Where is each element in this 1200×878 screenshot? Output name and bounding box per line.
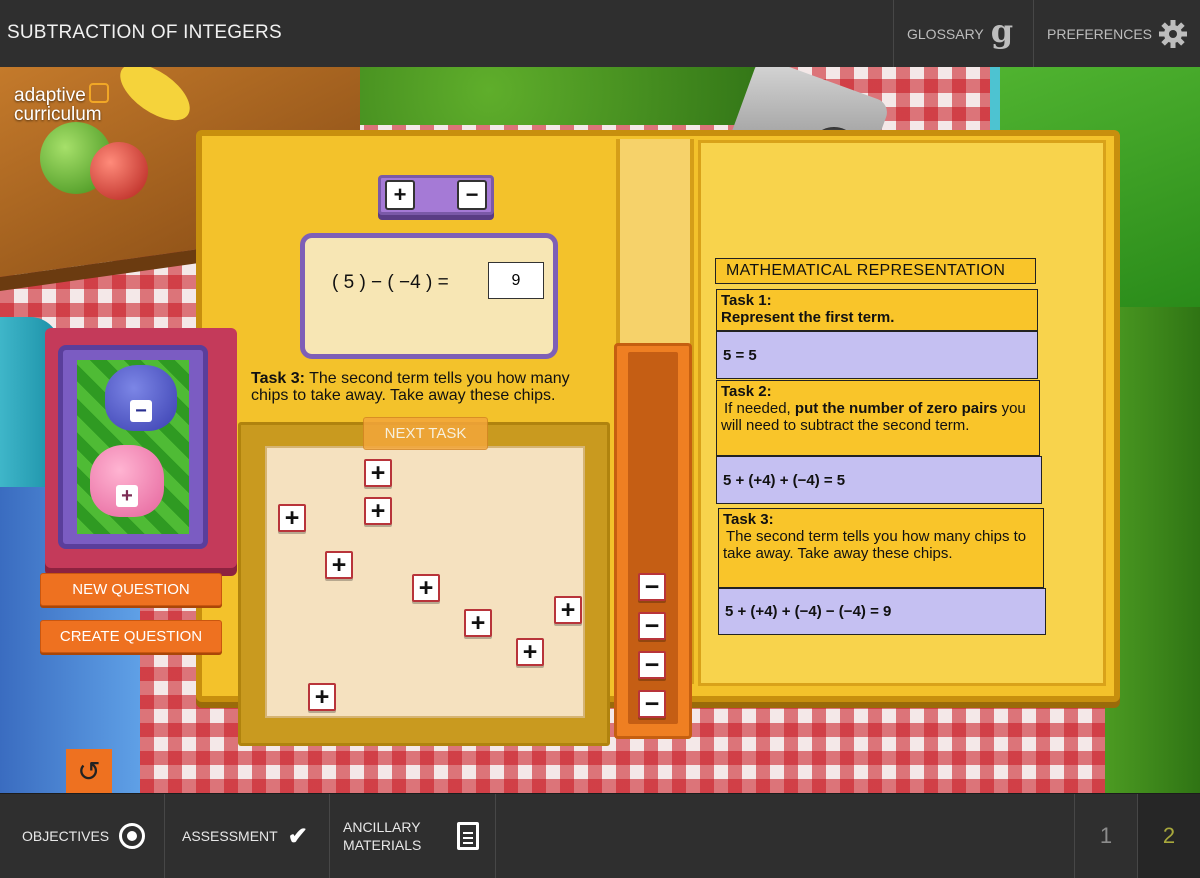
ancillary-label: ANCILLARY MATERIALS [343, 818, 421, 854]
page-1-button[interactable]: 1 [1074, 794, 1137, 878]
sign-toggle[interactable]: + − [378, 175, 494, 215]
task3-header: Task 3: The second term tells you how ma… [718, 508, 1044, 588]
task1-label: Task 1: [721, 292, 772, 309]
reset-icon[interactable]: ↺ [66, 749, 112, 794]
positive-chip[interactable]: + [364, 459, 392, 487]
preferences-button[interactable]: PREFERENCES [1033, 0, 1200, 67]
task1-header: Task 1: Represent the first term. [716, 289, 1038, 331]
task2-header: Task 2: If needed, put the number of zer… [716, 380, 1040, 456]
task2-label: Task 2: [721, 383, 772, 400]
task2-expression: 5 + (+4) + (−4) = 5 [716, 456, 1042, 504]
positive-chip[interactable]: + [464, 609, 492, 637]
task3-text: The second term tells you how many chips… [723, 528, 1027, 562]
glossary-button[interactable]: GLOSSARY g [893, 0, 1033, 67]
top-bar: SUBTRACTION OF INTEGERS GLOSSARY g PREFE… [0, 0, 1200, 68]
negative-chip[interactable]: − [638, 612, 666, 640]
preferences-label: PREFERENCES [1047, 25, 1153, 42]
negative-character-sign: − [130, 400, 152, 422]
positive-chip[interactable]: + [278, 504, 306, 532]
ancillary-label-line1: ANCILLARY [343, 819, 421, 835]
assessment-label: ASSESSMENT [182, 828, 278, 844]
checkmark-icon: ✔ [287, 822, 308, 850]
negative-chip[interactable]: − [638, 690, 666, 718]
adaptive-curriculum-logo: adaptive curriculum [14, 83, 109, 124]
plus-toggle-button[interactable]: + [385, 180, 415, 210]
task1-expression: 5 = 5 [716, 331, 1038, 379]
positive-chip[interactable]: + [554, 596, 582, 624]
next-task-button[interactable]: NEXT TASK [363, 417, 488, 450]
logo-line1: adaptive [14, 85, 86, 106]
glossary-label: GLOSSARY [907, 25, 984, 42]
equation-expression: ( 5 ) − ( −4 ) = [332, 272, 449, 293]
app-title: SUBTRACTION OF INTEGERS [7, 22, 282, 43]
logo-mark-icon [88, 83, 109, 103]
task2-text-bold: put the number of zero pairs [794, 400, 998, 417]
ancillary-label-line2: MATERIALS [343, 837, 422, 853]
page-2-button[interactable]: 2 [1137, 794, 1200, 878]
objectives-label: OBJECTIVES [22, 828, 110, 844]
logo-line2: curriculum [14, 104, 102, 125]
target-icon [119, 823, 146, 849]
positive-chip[interactable]: + [412, 574, 440, 602]
representation-title: MATHEMATICAL REPRESENTATION [715, 258, 1036, 284]
apple-decoration [90, 142, 148, 200]
minus-toggle-button[interactable]: − [457, 180, 487, 210]
task-prompt: Task 3: The second term tells you how ma… [251, 370, 611, 404]
positive-chip[interactable]: + [516, 638, 544, 666]
positive-chip[interactable]: + [308, 683, 336, 711]
ancillary-materials-button[interactable]: ANCILLARY MATERIALS [330, 794, 496, 878]
task1-text: Represent the first term. [721, 309, 895, 326]
grass-decoration [360, 67, 790, 125]
answer-input[interactable]: 9 [488, 262, 544, 299]
bottom-bar: OBJECTIVES ASSESSMENT ✔ ANCILLARY MATERI… [0, 793, 1200, 878]
positive-chip[interactable]: + [364, 497, 392, 525]
task3-expression: 5 + (+4) + (−4) − (−4) = 9 [718, 588, 1046, 635]
positive-chip[interactable]: + [325, 551, 353, 579]
positive-character-sign: + [116, 485, 138, 507]
negative-chip[interactable]: − [638, 651, 666, 679]
task3-label: Task 3: [723, 511, 774, 528]
objectives-button[interactable]: OBJECTIVES [0, 794, 165, 878]
gear-icon [1159, 19, 1188, 48]
assessment-button[interactable]: ASSESSMENT ✔ [165, 794, 330, 878]
task2-text-pre: If needed, [724, 400, 795, 417]
glossary-icon: g [990, 11, 1014, 50]
task-prompt-label: Task 3: [251, 370, 305, 387]
new-question-button[interactable]: NEW QUESTION [40, 573, 222, 606]
document-icon [457, 822, 480, 850]
create-question-button[interactable]: CREATE QUESTION [40, 620, 222, 653]
negative-chip[interactable]: − [638, 573, 666, 601]
